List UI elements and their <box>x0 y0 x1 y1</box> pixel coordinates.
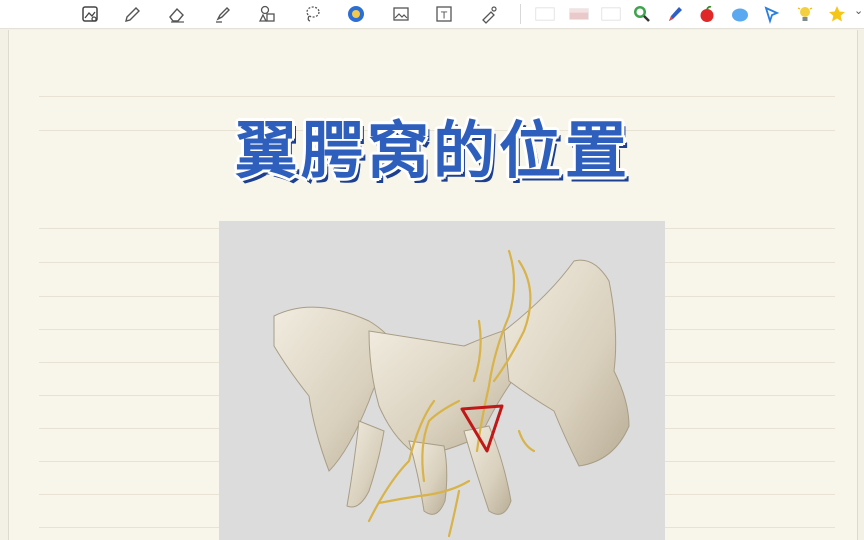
sticker-icon[interactable] <box>344 2 368 26</box>
image-icon[interactable] <box>389 2 413 26</box>
pointer-sticker-icon[interactable] <box>760 2 784 26</box>
eraser-icon[interactable] <box>165 2 189 26</box>
apple-sticker-icon[interactable] <box>695 2 719 26</box>
more-tools-icon[interactable]: ⌄ <box>852 2 864 26</box>
color-swatch-white-2[interactable] <box>598 2 624 26</box>
svg-text:⌄: ⌄ <box>854 4 863 17</box>
toolbar-divider <box>520 4 521 24</box>
lasso-icon[interactable] <box>300 2 324 26</box>
highlighter-icon[interactable] <box>211 2 235 26</box>
magnifier-sticker-icon[interactable] <box>630 2 654 26</box>
lightbulb-sticker-icon[interactable] <box>793 2 817 26</box>
color-swatch-white[interactable] <box>532 2 558 26</box>
toolbar: T ⌄ <box>0 0 864 29</box>
pen-icon[interactable] <box>120 2 144 26</box>
notebook-page[interactable]: 翼腭窝的位置 <box>8 30 858 540</box>
anatomy-image[interactable] <box>219 221 665 540</box>
text-box-glyph: T <box>440 11 448 22</box>
text-box-icon[interactable]: T <box>432 2 456 26</box>
star-sticker-icon[interactable] <box>825 2 849 26</box>
cloud-sticker-icon[interactable] <box>728 2 752 26</box>
sphenoid-bone-illustration <box>273 249 630 538</box>
page-title: 翼腭窝的位置 <box>234 114 631 187</box>
color-swatch-pink[interactable] <box>564 2 594 26</box>
ruled-line <box>39 96 835 97</box>
marker-sticker-icon[interactable] <box>663 2 687 26</box>
shapes-icon[interactable] <box>255 2 279 26</box>
laser-pointer-icon[interactable] <box>477 2 501 26</box>
view-mode-icon[interactable] <box>78 2 102 26</box>
